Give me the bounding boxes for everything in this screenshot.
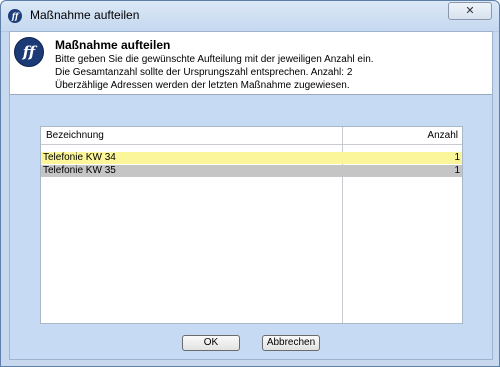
table-row[interactable]: Telefonie KW 34 1 bbox=[41, 152, 462, 164]
dialog-heading: Maßnahme aufteilen bbox=[55, 38, 171, 52]
row-count-cell[interactable]: 1 bbox=[343, 152, 460, 164]
ok-button[interactable]: OK bbox=[182, 335, 240, 351]
column-header-bezeichnung[interactable]: Bezeichnung bbox=[46, 130, 104, 141]
app-icon: ff bbox=[8, 9, 22, 23]
row-name-cell: Telefonie KW 35 bbox=[43, 165, 116, 176]
table-row[interactable]: Telefonie KW 35 1 bbox=[41, 165, 462, 177]
dialog-window: ff Maßnahme aufteilen ✕ ff Maßnahme auft… bbox=[0, 0, 500, 367]
table-header: Bezeichnung Anzahl bbox=[41, 127, 462, 145]
instruction-line-2: Die Gesamtanzahl sollte der Ursprungszah… bbox=[55, 67, 353, 78]
row-count-cell[interactable]: 1 bbox=[343, 165, 460, 177]
close-button[interactable]: ✕ bbox=[448, 2, 492, 20]
title-bar[interactable]: ff Maßnahme aufteilen ✕ bbox=[1, 1, 499, 32]
column-header-anzahl[interactable]: Anzahl bbox=[343, 130, 458, 141]
header-panel: ff Maßnahme aufteilen Bitte geben Sie di… bbox=[10, 32, 492, 95]
dialog-content: ff Maßnahme aufteilen Bitte geben Sie di… bbox=[9, 31, 493, 360]
cancel-button[interactable]: Abbrechen bbox=[262, 335, 320, 351]
window-title: Maßnahme aufteilen bbox=[30, 8, 140, 22]
instruction-line-1: Bitte geben Sie die gewünschte Aufteilun… bbox=[55, 54, 374, 65]
split-table[interactable]: Bezeichnung Anzahl Telefonie KW 34 1 Tel… bbox=[40, 126, 463, 324]
instruction-line-3: Überzählige Adressen werden der letzten … bbox=[55, 80, 350, 91]
ff-logo-icon: ff bbox=[14, 37, 44, 67]
row-name-cell: Telefonie KW 34 bbox=[43, 152, 116, 163]
